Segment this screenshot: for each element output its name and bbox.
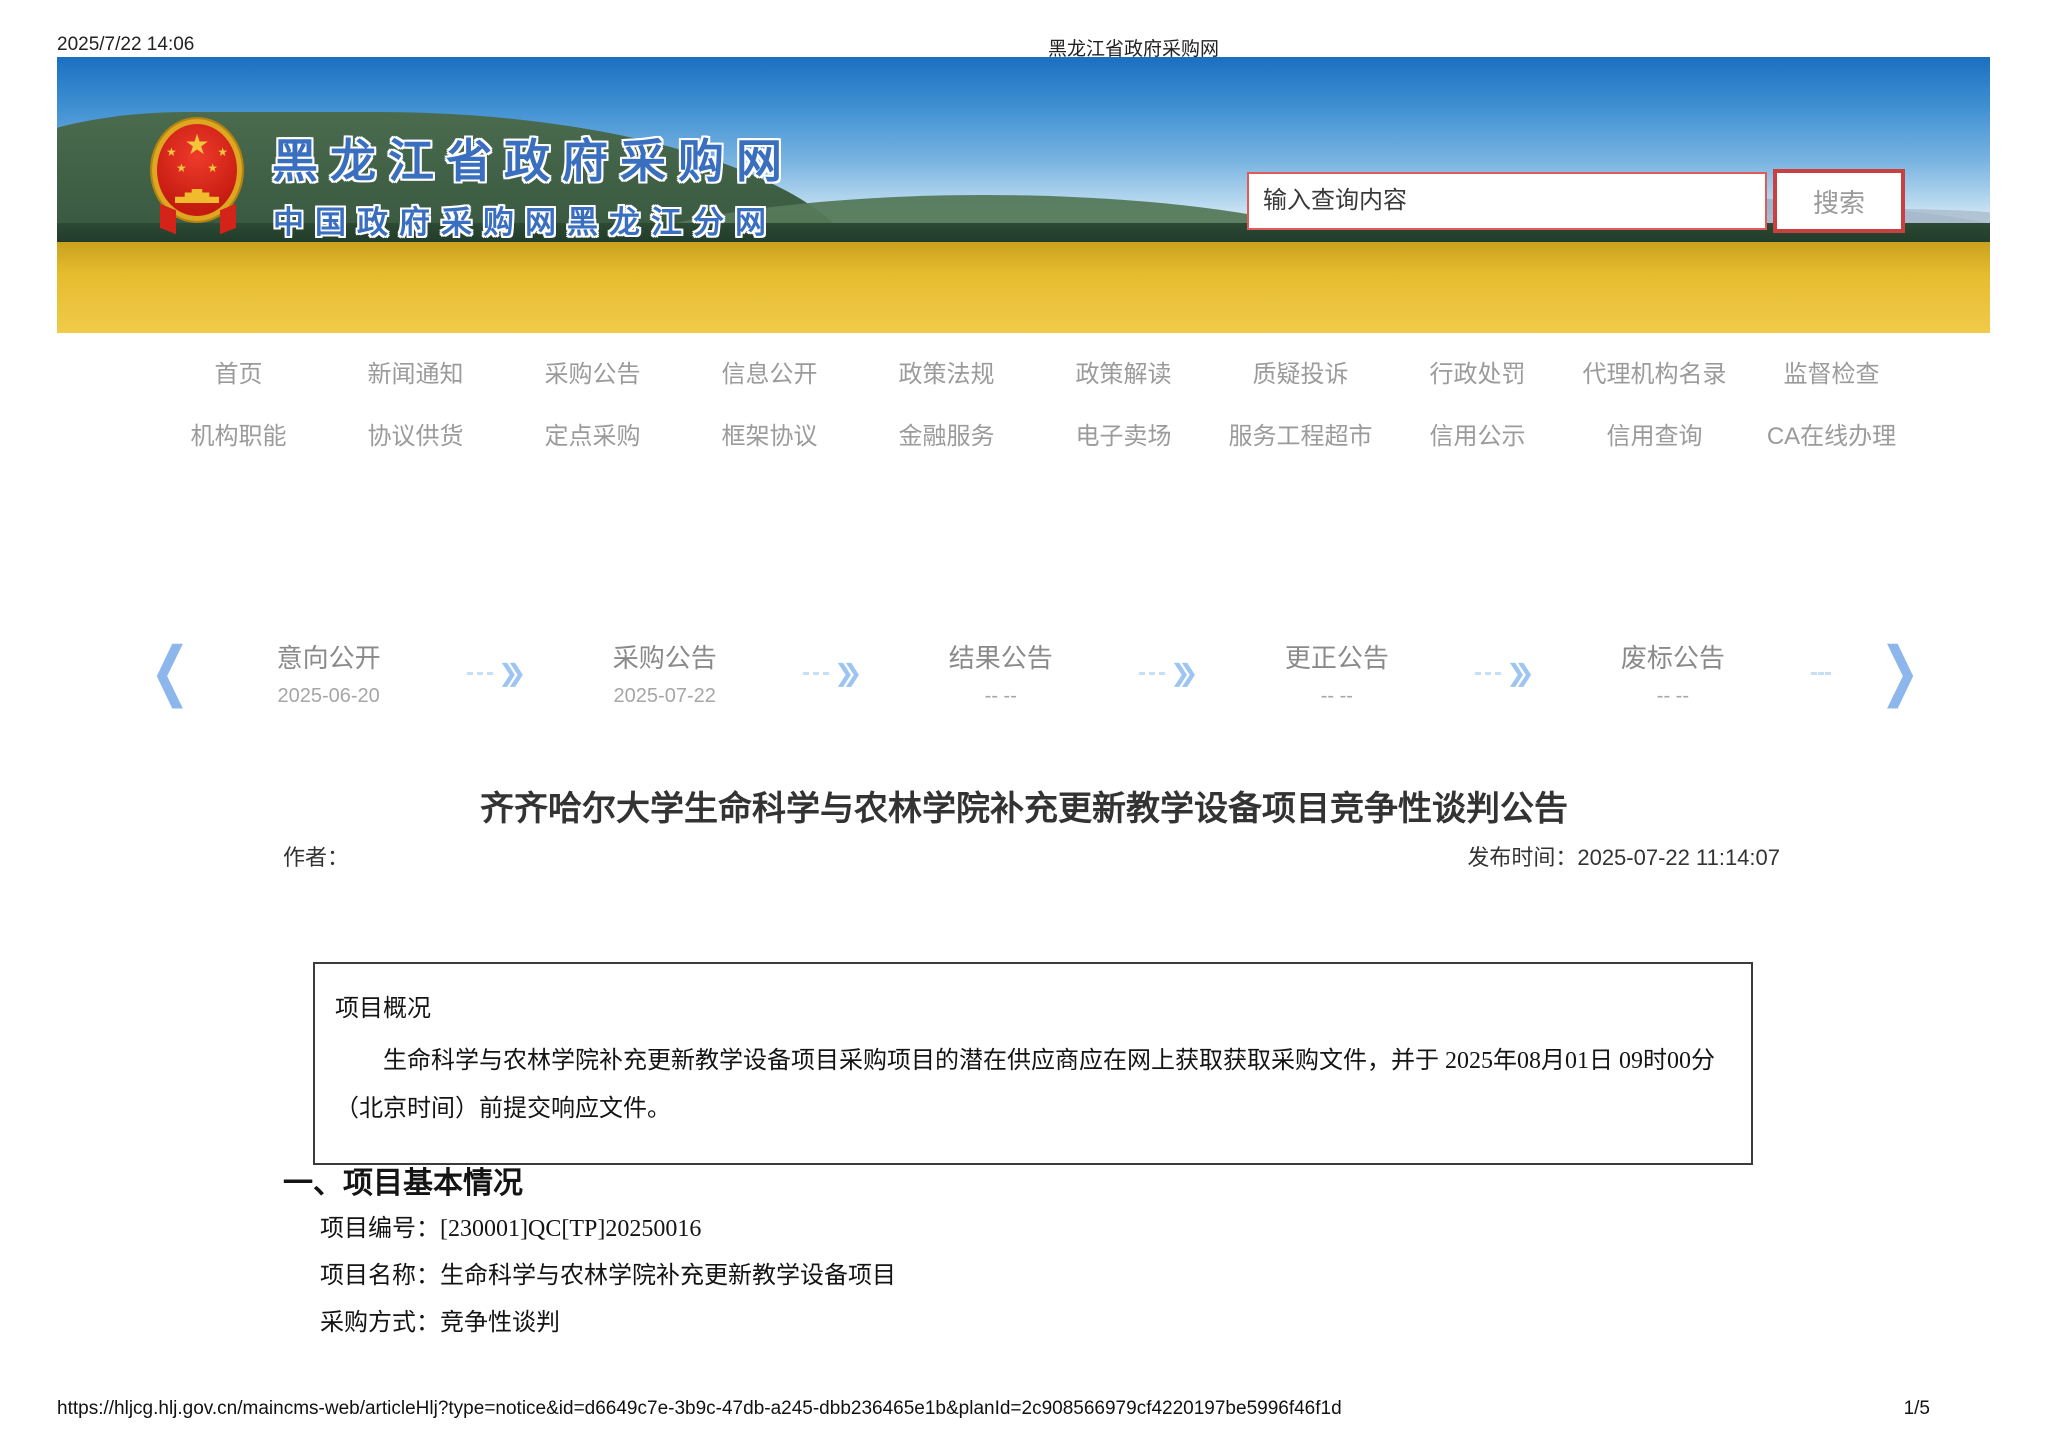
timeline-stage-result[interactable]: 结果公告 -- -- [911, 638, 1091, 708]
print-timestamp: 2025/7/22 14:06 [57, 34, 195, 55]
banner-golden-field [57, 241, 1990, 333]
timeline-stage-label: 采购公告 [612, 643, 717, 673]
timeline-arrow-icon: ❯❯ [1475, 659, 1535, 688]
star-icon: ★ [184, 129, 210, 160]
print-page-number: 1/5 [1903, 1398, 1930, 1419]
nav-item-financial-services[interactable]: 金融服务 [858, 416, 1035, 451]
nav-item-org-functions[interactable]: 机构职能 [150, 416, 327, 451]
nav-item-info-disclosure[interactable]: 信息公开 [681, 354, 858, 389]
site-search: 搜索 [1247, 169, 1905, 233]
timeline-stage-date: -- -- [984, 685, 1017, 707]
star-icon: ★ [207, 161, 218, 175]
star-icon: ★ [217, 145, 228, 159]
search-button[interactable]: 搜索 [1773, 169, 1905, 233]
nav-row-2: 机构职能 协议供货 定点采购 框架协议 金融服务 电子卖场 服务工程超市 信用公… [150, 402, 1920, 464]
printed-webpage: 2025/7/22 14:06 黑龙江省政府采购网 ★ ★ ★ ★ ★ 黑龙江省… [0, 0, 2048, 1447]
project-overview-box: 项目概况 生命科学与农林学院补充更新教学设备项目采购项目的潜在供应商应在网上获取… [313, 962, 1753, 1165]
timeline-arrow-icon [1811, 671, 1832, 675]
overview-body: 生命科学与农林学院补充更新教学设备项目采购项目的潜在供应商应在网上获取获取采购文… [335, 1048, 1715, 1122]
chevron-right-icon[interactable]: ❯ [1880, 640, 1920, 706]
double-chevron-icon: ❯❯ [834, 659, 862, 687]
timeline-stage-label: 废标公告 [1620, 643, 1725, 673]
emblem-ribbon [160, 203, 176, 235]
nav-item-admin-penalty[interactable]: 行政处罚 [1389, 354, 1566, 389]
timeline-stage-procurement[interactable]: 采购公告 2025-07-22 [575, 638, 755, 708]
nav-item-fixed-point-procurement[interactable]: 定点采购 [504, 416, 681, 451]
timeline-stage-label: 结果公告 [948, 643, 1053, 673]
nav-item-credit-publicity[interactable]: 信用公示 [1389, 416, 1566, 451]
star-icon: ★ [176, 161, 187, 175]
timeline-stage-date: 2025-07-22 [613, 685, 716, 707]
nav-row-1: 首页 新闻通知 采购公告 信息公开 政策法规 政策解读 质疑投诉 行政处罚 代理… [150, 340, 1920, 402]
national-emblem-icon: ★ ★ ★ ★ ★ [152, 119, 244, 235]
nav-item-e-marketplace[interactable]: 电子卖场 [1035, 416, 1212, 451]
dash-line [1475, 671, 1502, 675]
nav-item-procurement-notice[interactable]: 采购公告 [504, 354, 681, 389]
site-subtitle: 中国政府采购网黑龙江分网 [273, 205, 777, 240]
dash-line [1139, 671, 1166, 675]
nav-item-supervision[interactable]: 监督检查 [1743, 354, 1920, 389]
print-url: https://hljcg.hlj.gov.cn/maincms-web/art… [57, 1398, 1342, 1419]
main-nav: 首页 新闻通知 采购公告 信息公开 政策法规 政策解读 质疑投诉 行政处罚 代理… [150, 340, 1920, 464]
emblem-ribbon [220, 203, 236, 235]
double-chevron-icon: ❯❯ [1170, 659, 1198, 687]
site-banner: ★ ★ ★ ★ ★ 黑龙江省政府采购网 中国政府采购网黑龙江分网 搜索 [57, 57, 1990, 333]
author-label: 作者： [283, 845, 350, 870]
chevron-left-icon[interactable]: ❮ [150, 640, 190, 706]
double-chevron-icon: ❯❯ [498, 659, 526, 687]
nav-item-policy-laws[interactable]: 政策法规 [858, 354, 1035, 389]
nav-item-agreement-supply[interactable]: 协议供货 [327, 416, 504, 451]
timeline-stage-label: 意向公开 [276, 643, 381, 673]
timeline-stage-label: 更正公告 [1284, 643, 1389, 673]
nav-item-ca-online[interactable]: CA在线办理 [1743, 416, 1920, 451]
double-chevron-icon: ❯❯ [1506, 659, 1534, 687]
timeline-stage-correction[interactable]: 更正公告 -- -- [1247, 638, 1427, 708]
project-number: 项目编号：[230001]QC[TP]20250016 [320, 1216, 702, 1242]
timeline-arrow-icon: ❯❯ [467, 659, 526, 688]
nav-item-news[interactable]: 新闻通知 [327, 354, 504, 389]
publish-time: 发布时间：2025-07-22 11:14:07 [1467, 845, 1780, 870]
overview-heading: 项目概况 [335, 996, 431, 1022]
nav-item-agency-directory[interactable]: 代理机构名录 [1566, 354, 1743, 389]
article-title: 齐齐哈尔大学生命科学与农林学院补充更新教学设备项目竞争性谈判公告 [480, 789, 1568, 828]
timeline-stage-abandoned[interactable]: 废标公告 -- -- [1583, 638, 1763, 708]
procurement-method: 采购方式：竞争性谈判 [320, 1310, 560, 1336]
project-name: 项目名称：生命科学与农林学院补充更新教学设备项目 [320, 1263, 896, 1289]
timeline-stage-intent[interactable]: 意向公开 2025-06-20 [239, 638, 419, 708]
timeline-stage-date: -- -- [1320, 685, 1353, 707]
nav-item-policy-interpretation[interactable]: 政策解读 [1035, 354, 1212, 389]
timeline-stage-date: 2025-06-20 [277, 685, 380, 707]
nav-item-framework-agreement[interactable]: 框架协议 [681, 416, 858, 451]
dash-line [1811, 671, 1832, 675]
timeline-stage-date: -- -- [1656, 685, 1689, 707]
dash-line [467, 671, 494, 675]
site-name: 黑龙江省政府采购网 [272, 135, 794, 187]
notice-timeline: ❮ 意向公开 2025-06-20 ❯❯ 采购公告 2025-07-22 ❯❯ … [150, 618, 1920, 728]
timeline-arrow-icon: ❯❯ [1139, 659, 1199, 688]
timeline-arrow-icon: ❯❯ [803, 659, 862, 688]
tiananmen-gate-icon [175, 189, 219, 203]
search-input[interactable] [1247, 172, 1767, 230]
nav-item-home[interactable]: 首页 [150, 354, 327, 389]
section-basic-items: 项目编号：[230001]QC[TP]20250016 项目名称：生命科学与农林… [320, 1206, 896, 1347]
star-icon: ★ [166, 145, 177, 159]
nav-item-credit-query[interactable]: 信用查询 [1566, 416, 1743, 451]
article-meta: 作者： 发布时间：2025-07-22 11:14:07 [283, 840, 1780, 872]
nav-item-service-engineering-mall[interactable]: 服务工程超市 [1212, 416, 1389, 451]
nav-item-complaints[interactable]: 质疑投诉 [1212, 354, 1389, 389]
dash-line [803, 671, 830, 675]
section-basic-heading: 一、项目基本情况 [283, 1167, 523, 1200]
